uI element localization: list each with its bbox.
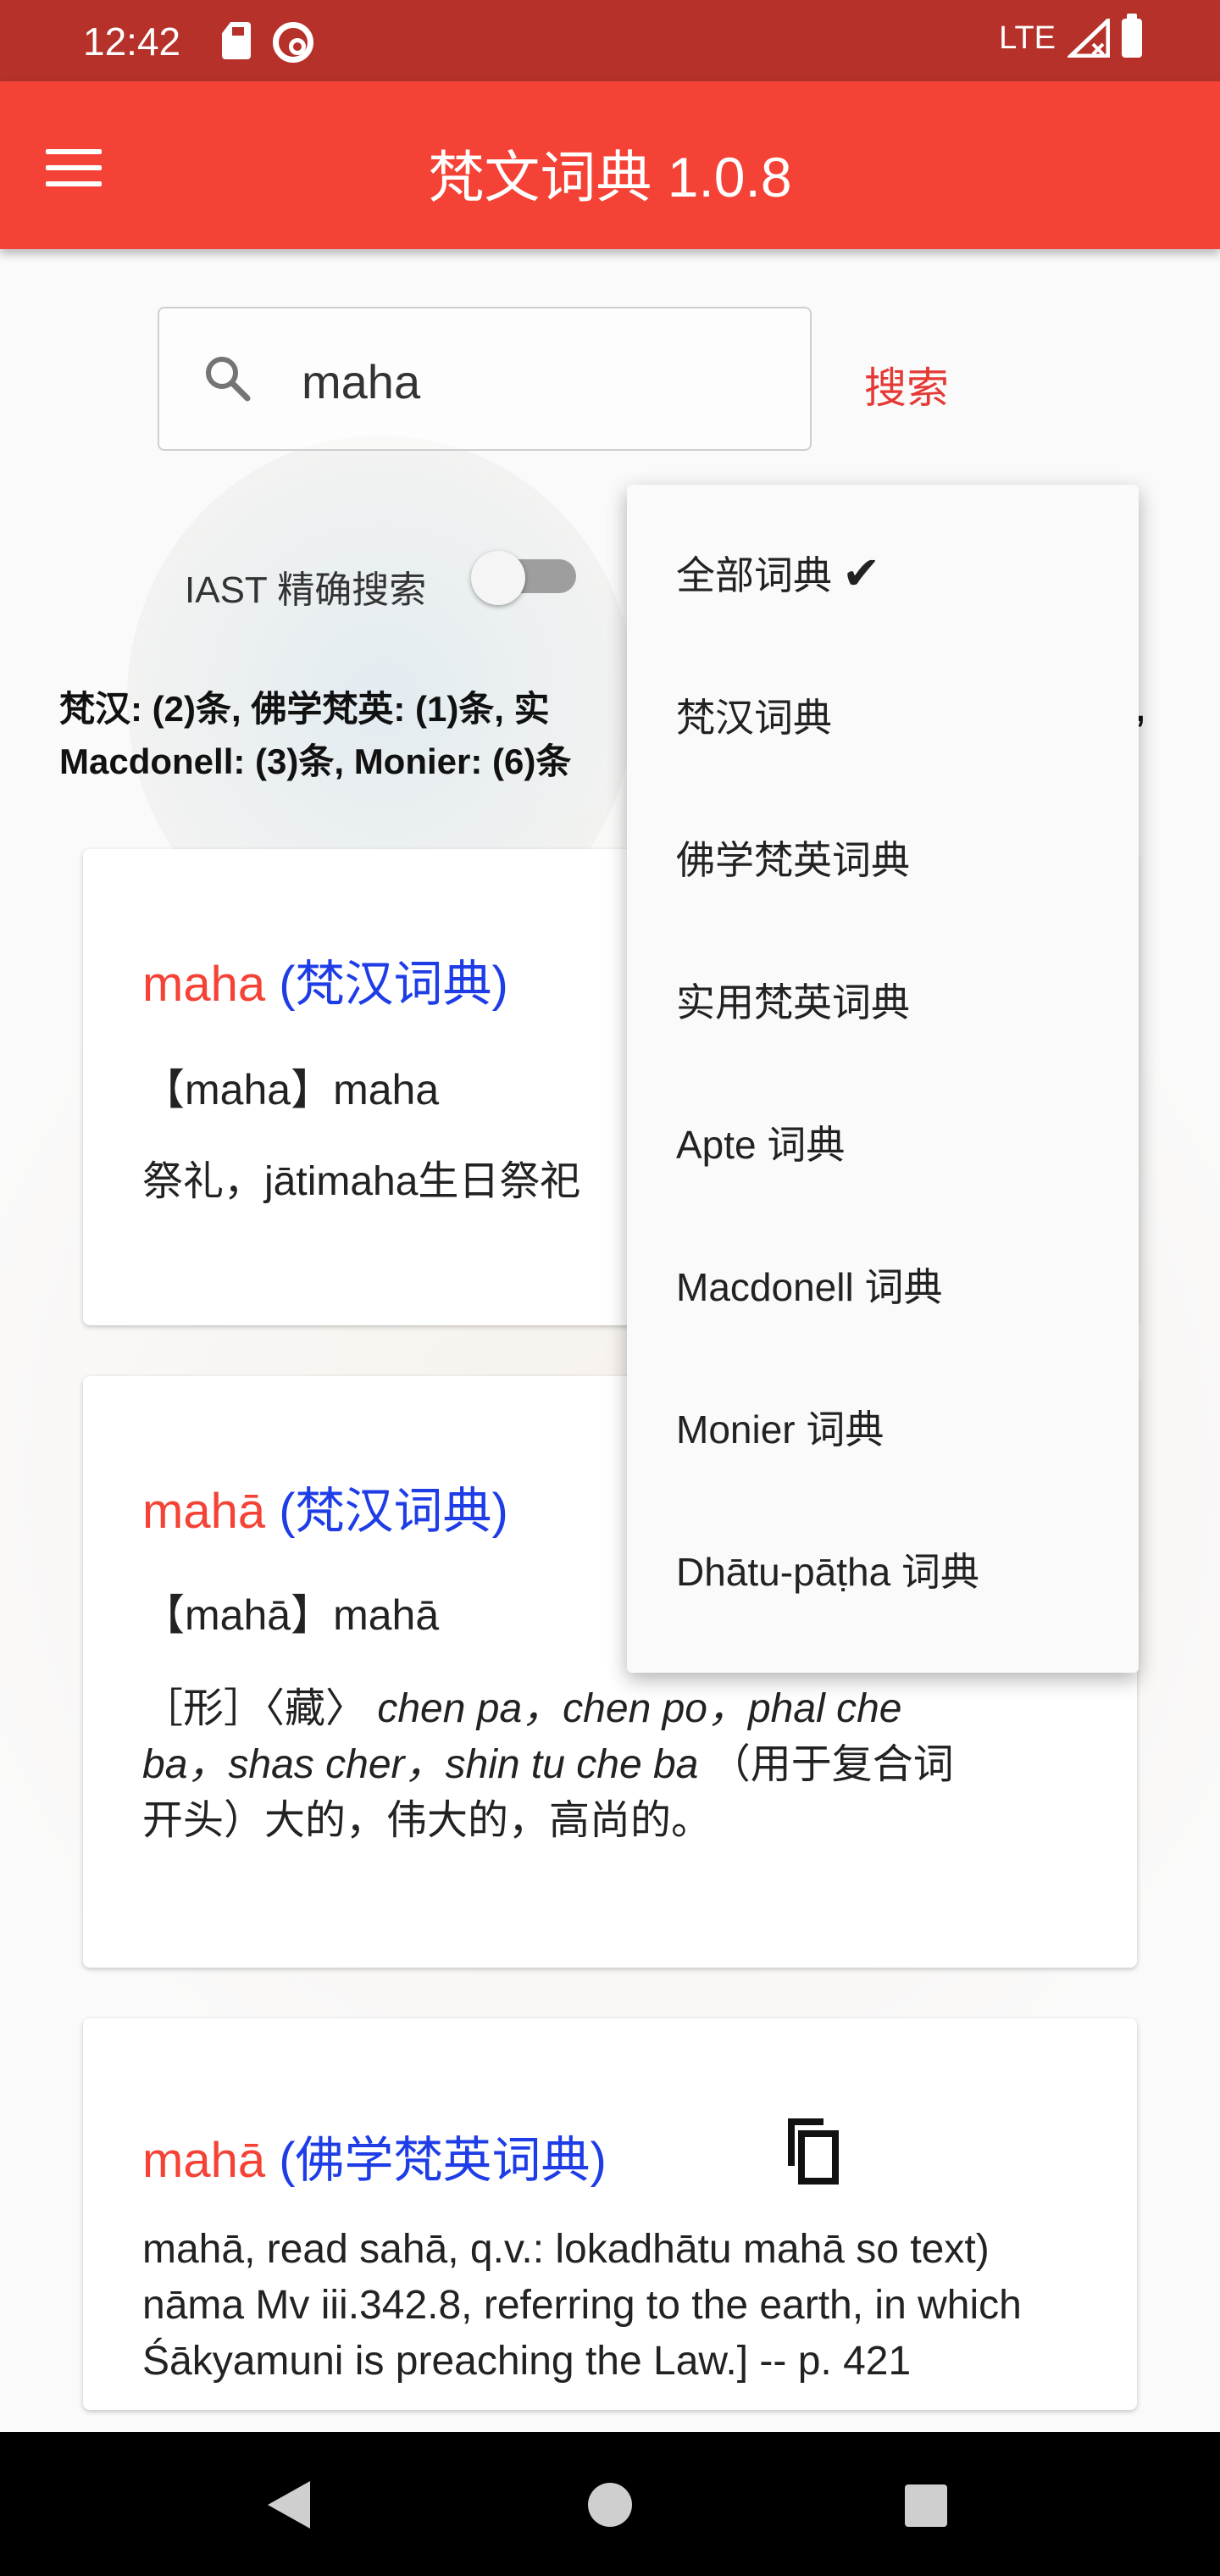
search-button[interactable]: 搜索 (864, 354, 949, 415)
entry-title: mahā (梵汉词典) (142, 1471, 508, 1542)
menu-item-sanskrit-chinese[interactable]: 梵汉词典 (627, 644, 1139, 786)
entry-body-italic: chen pa，chen po，phal che (377, 1686, 902, 1731)
entry-word: maha (142, 957, 266, 1012)
menu-item-label: 实用梵英词典 (676, 980, 910, 1024)
recent-apps-icon[interactable] (905, 2484, 947, 2527)
sd-card-icon (222, 22, 251, 59)
menu-item-dhatu-patha[interactable]: Dhātu-pāṭha 词典 (627, 1498, 1139, 1641)
status-bar: 12:42 LTE (0, 0, 1220, 81)
menu-item-all-dictionaries[interactable]: 全部词典 ✔ (627, 502, 1139, 644)
search-icon (206, 357, 251, 402)
menu-item-label: Monier 词典 (676, 1407, 884, 1452)
entry-dict: (佛学梵英词典) (279, 2133, 607, 2188)
entry-word: mahā (142, 2133, 266, 2188)
app-bar: 梵文词典 1.0.8 (0, 81, 1220, 249)
app-title: 梵文词典 1.0.8 (428, 146, 792, 208)
entry-title: mahā (佛学梵英词典) (142, 2120, 607, 2191)
at-sign-icon (273, 22, 313, 63)
entry-word: mahā (142, 1484, 266, 1539)
entry-headword: 【mahā】mahā (142, 1591, 440, 1639)
network-type: LTE (999, 19, 1056, 56)
entry-headword: 【maha】maha (142, 1066, 440, 1113)
entry-body-prefix: ［形］〈藏〉 (142, 1686, 367, 1731)
status-time: 12:42 (83, 19, 181, 64)
summary-line-1: 梵汉: (2)条, 佛学梵英: (1)条, 实 (59, 689, 550, 729)
entry-dict: (梵汉词典) (279, 957, 508, 1012)
iast-label: IAST 精确搜索 (185, 569, 427, 611)
entry-body: ［形］〈藏〉 chen pa，chen po，phal che ba，shas … (142, 1681, 1078, 1849)
search-input[interactable]: maha (158, 307, 812, 451)
entry-card[interactable]: mahā (佛学梵英词典) mahā, read sahā, q.v.: lok… (83, 2018, 1137, 2410)
entry-dict: (梵汉词典) (279, 1484, 508, 1539)
signal-icon (1068, 19, 1110, 58)
menu-item-monier[interactable]: Monier 词典 (627, 1356, 1139, 1498)
system-navigation-bar (0, 2432, 1220, 2576)
menu-item-label: Apte 词典 (676, 1123, 846, 1167)
status-icons-left (222, 22, 313, 63)
menu-item-label: 梵汉词典 (676, 696, 832, 740)
menu-item-buddhist-sanskrit-english[interactable]: 佛学梵英词典 (627, 786, 1139, 929)
home-icon[interactable] (588, 2483, 632, 2527)
menu-item-macdonell[interactable]: Macdonell 词典 (627, 1213, 1139, 1356)
back-icon[interactable] (268, 2481, 310, 2529)
checkmark-icon: ✔ (842, 547, 881, 599)
entry-body: mahā, read sahā, q.v.: lokadhātu mahā so… (142, 2227, 1022, 2384)
entry-body-suffix: （用于复合词 (709, 1742, 954, 1787)
dictionary-dropdown-menu: 全部词典 ✔ 梵汉词典 佛学梵英词典 实用梵英词典 Apte 词典 Macdon… (627, 485, 1139, 1673)
menu-item-label: Macdonell 词典 (676, 1265, 943, 1309)
menu-item-label: Dhātu-pāṭha 词典 (676, 1550, 979, 1594)
status-right: LTE (999, 14, 1142, 58)
battery-icon (1122, 14, 1142, 58)
menu-item-label: 全部词典 (676, 553, 832, 597)
menu-item-apte[interactable]: Apte 词典 (627, 1071, 1139, 1213)
menu-item-label: 佛学梵英词典 (676, 838, 910, 882)
entry-body-italic: ba，shas cher，shin tu che ba (142, 1742, 699, 1787)
iast-toggle[interactable] (471, 551, 576, 605)
entry-title: maha (梵汉词典) (142, 944, 508, 1015)
search-value: maha (302, 355, 421, 408)
copy-icon[interactable] (776, 2112, 844, 2188)
menu-item-practical-sanskrit-english[interactable]: 实用梵英词典 (627, 929, 1139, 1071)
entry-body-line: 开头）大的，伟大的，高尚的。 (142, 1798, 713, 1843)
